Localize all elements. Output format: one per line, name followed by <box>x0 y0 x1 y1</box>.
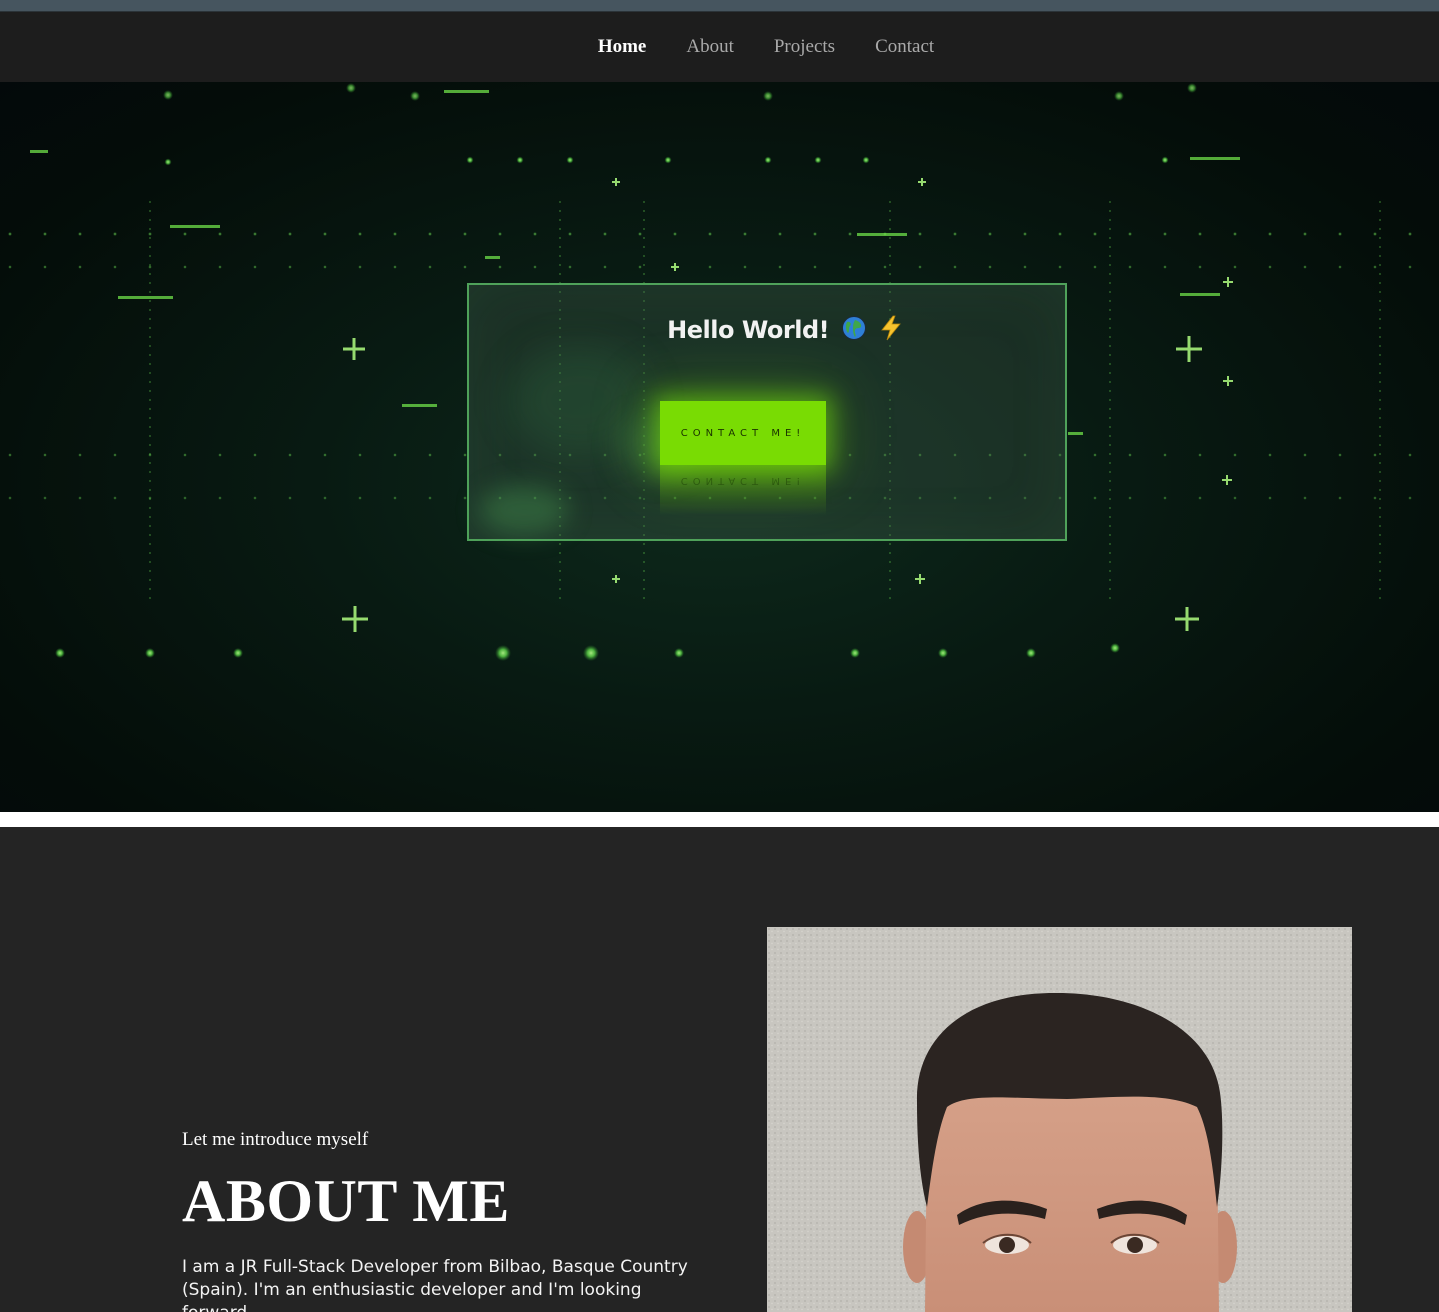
hero-card: Hello World! CONTACT ME! CONTACT ME! <box>467 283 1067 541</box>
hero-greeting: Hello World! <box>469 315 1065 347</box>
contact-me-button[interactable]: CONTACT ME! <box>660 401 826 465</box>
hero-section: Hello World! CONTACT ME! CONTACT ME! <box>0 82 1439 812</box>
browser-top-strip <box>0 0 1439 12</box>
greeting-text: Hello World! <box>667 316 830 344</box>
nav-item-home[interactable]: Home <box>598 36 647 58</box>
about-section: Let me introduce myself ABOUT ME I am a … <box>0 827 1439 1312</box>
about-title: ABOUT ME <box>182 1168 510 1234</box>
contact-button-reflection: CONTACT ME! <box>660 465 826 521</box>
nav-item-projects[interactable]: Projects <box>774 36 835 58</box>
about-kicker: Let me introduce myself <box>182 1129 369 1150</box>
profile-photo <box>767 927 1352 1312</box>
globe-icon <box>841 315 867 347</box>
navbar: Home About Projects Contact <box>0 12 1439 82</box>
section-divider <box>0 812 1439 827</box>
about-paragraph: I am a JR Full-Stack Developer from Bilb… <box>182 1257 688 1312</box>
lightning-icon <box>879 315 903 347</box>
nav-item-about[interactable]: About <box>686 36 734 58</box>
nav-links: Home About Projects Contact <box>0 12 1439 82</box>
nav-item-contact[interactable]: Contact <box>875 36 934 58</box>
contact-me-label: CONTACT ME! <box>680 427 806 439</box>
